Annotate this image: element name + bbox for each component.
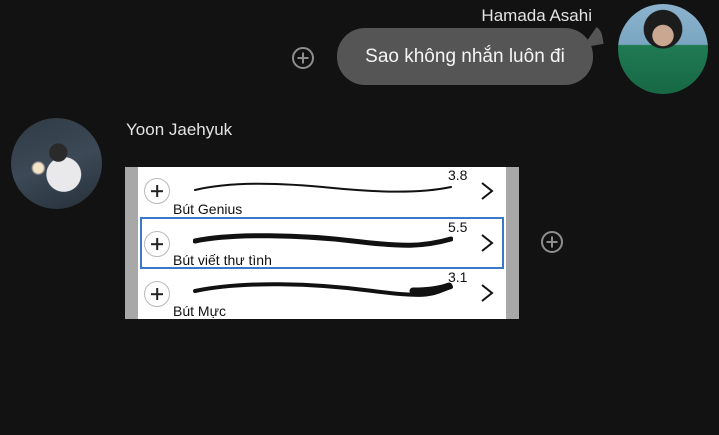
add-reaction-icon[interactable] bbox=[292, 47, 314, 69]
add-reaction-icon[interactable] bbox=[541, 231, 563, 253]
sender-name-hamada: Hamada Asahi bbox=[481, 6, 592, 25]
brush-size: 5.5 bbox=[448, 219, 468, 235]
brush-stroke-ink bbox=[193, 282, 453, 297]
brush-label: Bút viết thư tình bbox=[173, 252, 272, 268]
message-text: Sao không nhắn luôn đi bbox=[365, 45, 565, 67]
chevron-right-icon bbox=[481, 284, 494, 302]
plus-circle-icon bbox=[144, 178, 170, 204]
brush-size: 3.8 bbox=[448, 167, 468, 183]
brush-row-ink: 3.1 Bút Mực bbox=[138, 269, 506, 319]
plus-circle-icon bbox=[144, 281, 170, 307]
image-attachment[interactable]: 3.8 Bút Genius 5.5 Bút viết thư tình 3.1… bbox=[125, 167, 519, 319]
brush-label: Bút Mực bbox=[173, 303, 226, 319]
brush-label: Bút Genius bbox=[173, 201, 243, 217]
brush-stroke-thin bbox=[194, 182, 452, 193]
plus-circle-icon bbox=[144, 231, 170, 257]
brush-size: 3.1 bbox=[448, 269, 468, 285]
brush-row-genius: 3.8 Bút Genius bbox=[138, 167, 506, 219]
message-bubble-sent[interactable]: Sao không nhắn luôn đi bbox=[337, 28, 593, 85]
chevron-right-icon bbox=[481, 234, 494, 252]
brush-row-love-letter: 5.5 Bút viết thư tình bbox=[140, 217, 504, 269]
chevron-right-icon bbox=[481, 182, 494, 200]
brush-list-screenshot: 3.8 Bút Genius 5.5 Bút viết thư tình 3.1… bbox=[138, 167, 506, 319]
brush-stroke-medium bbox=[193, 233, 453, 248]
sender-name-yoon: Yoon Jaehyuk bbox=[126, 120, 233, 139]
avatar-yoon[interactable] bbox=[11, 118, 102, 209]
avatar-hamada[interactable] bbox=[618, 4, 708, 94]
